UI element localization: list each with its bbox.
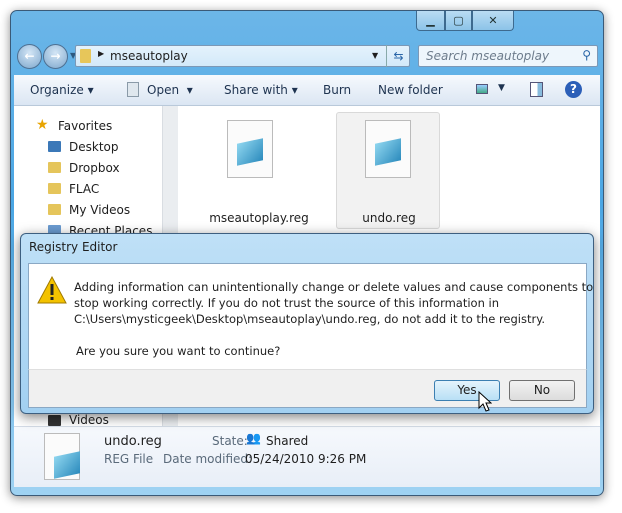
state-label: State: — [212, 434, 248, 448]
back-button[interactable]: ← — [17, 44, 42, 69]
share-with-button[interactable]: Share with ▾ — [224, 83, 298, 97]
no-button[interactable]: No — [509, 380, 575, 401]
mouse-cursor-icon — [478, 391, 492, 412]
details-pane: undo.reg REG File State: 👥 Shared Date m… — [14, 426, 600, 487]
burn-button[interactable]: Burn — [323, 83, 351, 97]
favorites-star-icon: ★ — [36, 117, 49, 133]
reg-file-icon — [227, 120, 273, 178]
file-item-selected[interactable]: undo.reg — [336, 112, 440, 229]
date-modified-label: Date modified: — [163, 452, 253, 466]
videos-icon — [48, 415, 61, 426]
reg-file-icon — [365, 120, 411, 178]
folder-icon — [48, 204, 61, 215]
folder-icon — [48, 183, 61, 194]
desktop-icon — [48, 141, 61, 152]
nav-item-flac[interactable]: FLAC — [69, 182, 99, 196]
details-type: REG File — [104, 452, 154, 466]
warning-icon — [37, 276, 67, 304]
open-button[interactable]: Open ▾ — [147, 83, 193, 97]
nav-favorites[interactable]: Favorites — [58, 119, 112, 133]
breadcrumb-item[interactable]: mseautoplay — [110, 49, 188, 63]
dialog-footer: Yes No — [28, 369, 587, 408]
dialog-body: Adding information can unintentionally c… — [28, 263, 593, 369]
dialog-title: Registry Editor — [29, 240, 118, 254]
registry-editor-dialog: Registry Editor Adding information can u… — [20, 233, 594, 414]
preview-pane-icon[interactable] — [530, 82, 543, 97]
search-icon[interactable]: ⚲ — [582, 48, 591, 62]
search-input[interactable]: Search mseautoplay ⚲ — [418, 45, 598, 67]
address-bar[interactable]: ▶ mseautoplay ▼ ⇆ — [75, 45, 410, 67]
folder-icon — [80, 49, 91, 63]
dialog-message: Adding information can unintentionally c… — [74, 279, 593, 359]
details-name: undo.reg — [104, 434, 162, 449]
address-dropdown-icon[interactable]: ▼ — [372, 51, 378, 60]
file-name: undo.reg — [362, 211, 416, 225]
reg-file-icon — [44, 433, 80, 480]
breadcrumb-chevron-icon[interactable]: ▶ — [98, 49, 104, 58]
message-line: Adding information can unintentionally c… — [74, 280, 594, 294]
refresh-icon[interactable]: ⇆ — [386, 45, 410, 67]
nav-item-videos[interactable]: Videos — [69, 413, 109, 427]
minimize-button[interactable]: ▁ — [416, 11, 445, 31]
state-value: Shared — [266, 434, 309, 448]
nav-item-my-videos[interactable]: My Videos — [69, 203, 130, 217]
change-view-icon[interactable] — [476, 84, 488, 94]
help-icon[interactable]: ? — [565, 81, 582, 98]
command-bar: Organize ▾ Open ▾ Share with ▾ Burn New … — [14, 75, 600, 106]
file-item[interactable]: mseautoplay.reg — [198, 114, 320, 232]
shared-users-icon: 👥 — [246, 431, 261, 445]
date-modified-value: 05/24/2010 9:26 PM — [245, 452, 367, 466]
notepad-icon — [127, 82, 139, 97]
search-placeholder: Search mseautoplay — [426, 49, 550, 63]
file-name: mseautoplay.reg — [209, 211, 309, 225]
folder-icon — [48, 162, 61, 173]
dialog-question: Are you sure you want to continue? — [76, 344, 281, 358]
message-line: stop working correctly. If you do not tr… — [74, 296, 500, 310]
close-button[interactable]: ✕ — [472, 11, 514, 31]
nav-item-dropbox[interactable]: Dropbox — [69, 161, 120, 175]
new-folder-button[interactable]: New folder — [378, 83, 443, 97]
forward-button[interactable]: → — [43, 44, 68, 69]
nav-item-desktop[interactable]: Desktop — [69, 140, 119, 154]
maximize-button[interactable]: ▢ — [445, 11, 472, 31]
view-dropdown-icon[interactable]: ▼ — [498, 83, 505, 93]
message-line: C:\Users\mysticgeek\Desktop\mseautoplay\… — [74, 312, 546, 326]
organize-button[interactable]: Organize ▾ — [30, 83, 94, 97]
